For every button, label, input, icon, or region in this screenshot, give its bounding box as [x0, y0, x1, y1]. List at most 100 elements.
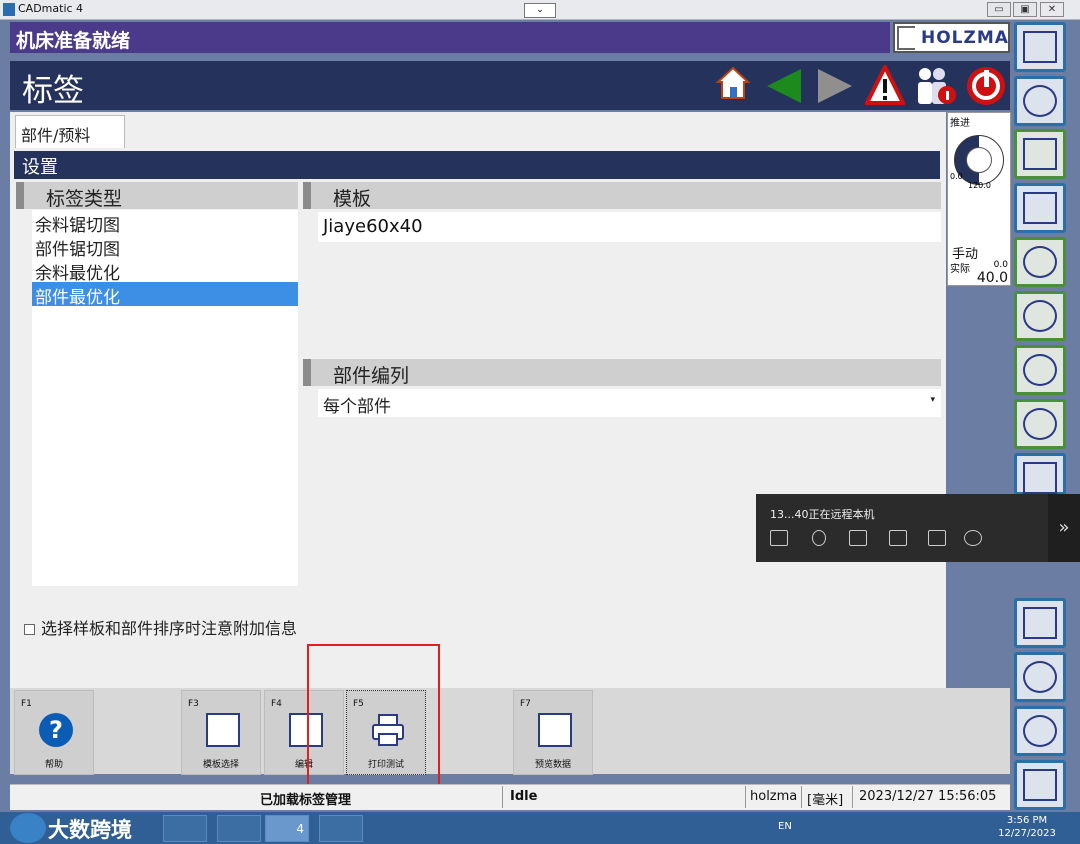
actual-small: 0.0	[993, 260, 1008, 270]
minimize-button[interactable]: ▭	[987, 2, 1011, 17]
page-header: 标签	[10, 61, 1010, 110]
status-datetime: 2023/12/27 15:56:05	[859, 789, 997, 804]
fkey-caption: 帮助	[44, 760, 63, 770]
maximize-button[interactable]: ▣	[1013, 2, 1037, 17]
warning-icon[interactable]	[865, 65, 905, 105]
pressure-beam-button[interactable]	[1014, 129, 1066, 179]
brand-name: HOLZMA	[921, 28, 1009, 48]
status-state: Idle	[510, 789, 538, 804]
operators-icon[interactable]	[913, 65, 957, 107]
status-unit: [毫米]	[807, 793, 844, 808]
actual-label: 实际	[950, 264, 970, 275]
gauge-min: 0.0	[950, 172, 963, 181]
fkey-label: F7	[520, 699, 531, 709]
template-header: 模板	[303, 182, 941, 210]
clock-date: 12/27/2023	[998, 828, 1056, 839]
home-icon[interactable]	[715, 65, 751, 101]
brand-logo: HOLZMA	[893, 22, 1010, 53]
clamp-icon	[1023, 408, 1057, 440]
microphone-icon[interactable]	[812, 530, 826, 546]
gauge-center	[966, 147, 992, 173]
pattern-grid-button[interactable]	[1014, 598, 1066, 648]
stack-button[interactable]	[1014, 760, 1066, 810]
folder-taskbar-icon[interactable]	[217, 815, 261, 842]
text-icon[interactable]	[889, 530, 907, 546]
f3-template-select-button[interactable]: F3 模板选择	[181, 690, 261, 775]
watermark: 大数跨境	[48, 818, 132, 842]
remote-session-panel: 13...40正在远程本机 »	[756, 494, 1080, 562]
list-item-selected[interactable]: 部件最优化	[32, 282, 298, 308]
taskbar: 大数跨境 4 EN 3:56 PM 12/27/2023	[0, 812, 1080, 844]
feed-title: 推进	[950, 118, 970, 129]
list-item[interactable]: 余料锯切图	[32, 210, 298, 236]
extra-info-checkbox[interactable]: 选择样板和部件排序时注意附加信息	[24, 615, 297, 639]
remote-status: 13...40正在远程本机	[770, 508, 875, 521]
clamp-button[interactable]	[1014, 399, 1066, 449]
expand-button[interactable]: »	[1048, 494, 1080, 562]
feed-button[interactable]	[1014, 22, 1066, 72]
start-button[interactable]	[10, 813, 46, 843]
title-dropdown-button[interactable]: ⌄	[524, 3, 556, 18]
list-item[interactable]: 部件锯切图	[32, 234, 298, 260]
main-saw-button[interactable]	[1014, 291, 1066, 341]
label-printer-icon	[1023, 192, 1057, 224]
f7-preview-data-button[interactable]: F7 预览数据	[513, 690, 593, 775]
function-toolbar	[10, 688, 1010, 774]
saw-tool-button[interactable]	[1014, 652, 1066, 702]
saw-settings-icon	[1023, 85, 1057, 117]
feed-panel: 推进 0.0 120.0 手动 实际 0.0 40.0	[947, 112, 1011, 286]
scoring-saw-icon	[1023, 354, 1057, 386]
saw-blade-measure-button[interactable]	[1014, 237, 1066, 287]
language-indicator[interactable]: EN	[778, 821, 792, 832]
actual-value: 40.0	[976, 270, 1008, 286]
forward-arrow-icon[interactable]	[816, 67, 854, 105]
page-title: 标签	[22, 73, 84, 109]
status-divider	[801, 786, 802, 808]
template-field[interactable]: Jiaye60x40	[318, 212, 941, 242]
clock-time: 3:56 PM	[1006, 815, 1048, 826]
status-divider	[502, 786, 503, 808]
template-select-icon	[206, 713, 240, 747]
checkbox-box[interactable]	[24, 624, 35, 635]
status-user: holzma	[750, 789, 798, 804]
highlight-box	[307, 644, 440, 787]
clock[interactable]: 3:56 PM 12/27/2023	[996, 814, 1058, 840]
system-tray-icons[interactable]	[796, 820, 986, 835]
file-transfer-icon[interactable]	[928, 530, 946, 546]
sequence-select[interactable]: 每个部件 ▾	[318, 389, 941, 417]
close-button[interactable]: ✕	[1040, 2, 1064, 17]
power-icon[interactable]	[965, 65, 1007, 107]
saw-grid-button[interactable]	[1014, 453, 1066, 495]
label-printer-button[interactable]	[1014, 183, 1066, 233]
feed-icon	[1023, 31, 1057, 63]
machine-status: 机床准备就绪	[10, 22, 890, 53]
f1-help-button[interactable]: F1 ? 帮助	[14, 690, 94, 775]
help-icon: ?	[39, 713, 73, 747]
back-arrow-icon[interactable]	[765, 67, 803, 105]
main-saw-icon	[1023, 300, 1057, 332]
sequence-header: 部件编列	[303, 359, 941, 387]
sequence-select-value: 每个部件	[323, 397, 391, 417]
label-type-list[interactable]: 余料锯切图 部件锯切图 余料最优化 部件最优化	[32, 210, 298, 586]
list-item[interactable]: 余料最优化	[32, 258, 298, 284]
fkey-caption: 预览数据	[534, 760, 571, 770]
settings-header: 设置	[14, 151, 940, 179]
calculator-taskbar-icon[interactable]	[163, 815, 207, 842]
disconnect-icon[interactable]	[964, 530, 982, 546]
saw-wrench-icon	[1023, 715, 1057, 747]
chat-icon[interactable]	[770, 530, 788, 546]
scoring-saw-button[interactable]	[1014, 345, 1066, 395]
saw-wrench-button[interactable]	[1014, 706, 1066, 756]
remote-taskbar-icon[interactable]	[319, 815, 363, 842]
app-logo-icon	[3, 3, 15, 16]
tab-part-material[interactable]: 部件/预料	[15, 115, 125, 148]
pressure-beam-icon	[1023, 138, 1057, 170]
saw-tool-icon	[1023, 661, 1057, 693]
dropdown-arrow-icon: ▾	[930, 395, 935, 405]
saw-settings-button[interactable]	[1014, 76, 1066, 126]
keyboard-icon[interactable]	[849, 530, 867, 546]
fkey-label: F1	[21, 699, 32, 709]
status-message: 已加载标签管理	[260, 793, 352, 808]
fkey-label: F3	[188, 699, 199, 709]
cadmatic-taskbar-icon[interactable]: 4	[265, 815, 309, 842]
